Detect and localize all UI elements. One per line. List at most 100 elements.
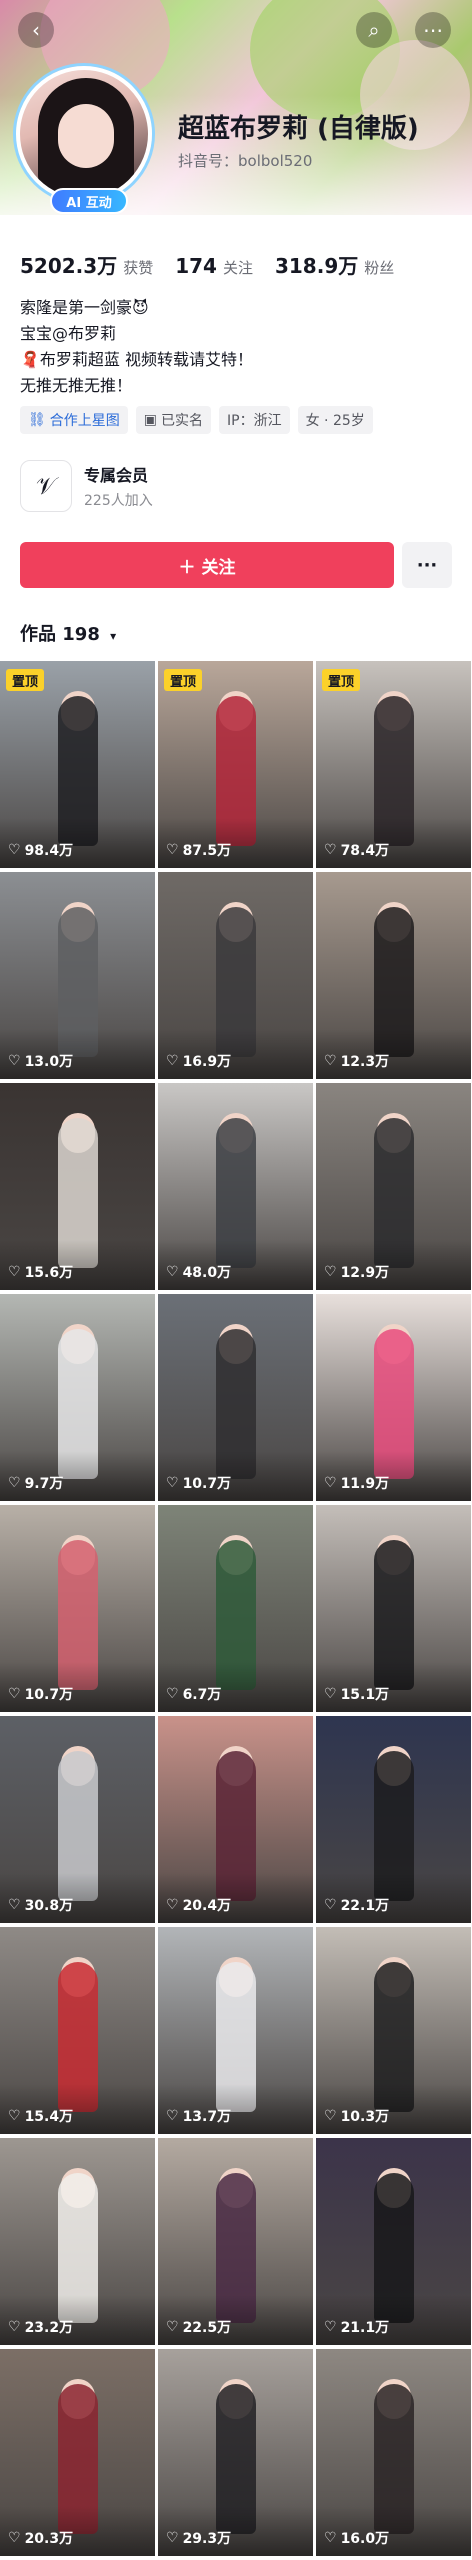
bio-line[interactable]: 宝宝@布罗莉 [20,321,253,347]
like-count-value: 15.1万 [340,1687,390,1703]
like-count: ♡ 10.3万 [324,2106,389,2126]
search-button[interactable]: ⌕ [356,12,392,48]
heart-icon: ♡ [166,1053,179,1069]
back-button[interactable]: ‹ [18,12,54,48]
like-count-value: 22.1万 [340,1898,390,1914]
like-count: ♡ 78.4万 [324,840,389,860]
stat-likes[interactable]: 5202.3万 获赞 [20,250,153,279]
like-count-value: 48.0万 [182,1265,232,1281]
tag-ip-location: IP：浙江 [219,406,290,434]
video-thumbnail[interactable]: ♡ 29.3万 [158,2349,313,2556]
video-thumbnail[interactable]: ♡ 13.7万 [158,1927,313,2134]
works-tab[interactable]: 作品 198 ▾ [20,620,116,646]
works-count: 198 [62,624,100,645]
like-count: ♡ 22.5万 [166,2317,231,2337]
video-thumbnail[interactable]: ♡ 6.7万 [158,1505,313,1712]
membership-icon: 𝒱 [20,460,72,512]
stat-followers[interactable]: 318.9万 粉丝 [275,250,394,279]
video-thumbnail[interactable]: ♡ 10.7万 [0,1505,155,1712]
like-count-value: 21.1万 [340,2320,390,2336]
like-count: ♡ 6.7万 [166,1684,221,1704]
video-thumbnail[interactable]: ♡ 20.4万 [158,1716,313,1923]
video-thumbnail[interactable]: ♡ 9.7万 [0,1294,155,1501]
video-thumbnail[interactable]: ♡ 12.3万 [316,872,471,1079]
like-count-value: 20.3万 [24,2531,74,2547]
heart-icon: ♡ [166,1475,179,1491]
video-thumbnail[interactable]: ♡ 48.0万 [158,1083,313,1290]
like-count-value: 87.5万 [182,843,232,859]
like-count: ♡ 12.3万 [324,1051,389,1071]
profile-stats: 5202.3万 获赞 174 关注 318.9万 粉丝 [20,250,416,279]
video-thumbnail[interactable]: ♡ 20.3万 [0,2349,155,2556]
like-count: ♡ 9.7万 [8,1473,63,1493]
caret-down-icon: ▾ [110,629,117,643]
heart-icon: ♡ [166,2108,179,2124]
like-count-value: 30.8万 [24,1898,74,1914]
video-thumbnail[interactable]: ♡ 22.1万 [316,1716,471,1923]
video-thumbnail[interactable]: ♡ 21.1万 [316,2138,471,2345]
like-count: ♡ 48.0万 [166,1262,231,1282]
heart-icon: ♡ [166,842,179,858]
heart-icon: ♡ [8,1475,21,1491]
tag-label: IP：浙江 [227,413,282,429]
like-count-value: 9.7万 [24,1476,64,1492]
video-thumbnail[interactable]: ♡ 16.0万 [316,2349,471,2556]
video-thumbnail[interactable]: ♡ 12.9万 [316,1083,471,1290]
video-thumbnail[interactable]: 置顶 ♡ 98.4万 [0,661,155,868]
video-thumbnail[interactable]: ♡ 13.0万 [0,872,155,1079]
video-thumbnail[interactable]: ♡ 30.8万 [0,1716,155,1923]
video-thumbnail[interactable]: ♡ 15.1万 [316,1505,471,1712]
video-thumbnail[interactable]: ♡ 15.6万 [0,1083,155,1290]
bio-line: 索隆是第一剑豪😈 [20,298,149,317]
like-count-value: 12.3万 [340,1054,390,1070]
like-count-value: 23.2万 [24,2320,74,2336]
video-thumbnail[interactable]: ♡ 10.7万 [158,1294,313,1501]
tag-label: 女 · 25岁 [305,413,365,429]
heart-icon: ♡ [324,2108,337,2124]
video-thumbnail[interactable]: ♡ 16.9万 [158,872,313,1079]
stat-label: 粉丝 [364,259,395,277]
video-thumbnail[interactable]: 置顶 ♡ 78.4万 [316,661,471,868]
like-count: ♡ 12.9万 [324,1262,389,1282]
like-count: ♡ 29.3万 [166,2528,231,2548]
video-thumbnail[interactable]: ♡ 23.2万 [0,2138,155,2345]
profile-name: 超蓝布罗莉 (自律版) [178,114,419,144]
stat-label: 获赞 [123,259,154,277]
bio-line: 无推无推无推！ [20,376,133,395]
like-count-value: 10.7万 [24,1687,74,1703]
like-count-value: 20.4万 [182,1898,232,1914]
more-icon: ⋯ [423,18,443,42]
like-count-value: 13.7万 [182,2109,232,2125]
heart-icon: ♡ [324,1475,337,1491]
like-count-value: 11.9万 [340,1476,390,1492]
avatar[interactable] [16,66,152,202]
heart-icon: ♡ [8,1897,21,1913]
video-grid: 置顶 ♡ 98.4万 置顶 ♡ 87.5万 置顶 ♡ 78.4万 ♡ 13.0万 ♡ 16.9万 ♡ 12.… [0,661,472,2556]
video-thumbnail[interactable]: ♡ 22.5万 [158,2138,313,2345]
video-thumbnail[interactable]: ♡ 10.3万 [316,1927,471,2134]
video-thumbnail[interactable]: ♡ 15.4万 [0,1927,155,2134]
heart-icon: ♡ [324,1264,337,1280]
ai-interact-badge[interactable]: AI 互动 [50,188,128,214]
heart-icon: ♡ [166,1264,179,1280]
tag-verified[interactable]: ▣ 已实名 [135,406,212,434]
like-count-value: 15.6万 [24,1265,74,1281]
heart-icon: ♡ [166,2319,179,2335]
like-count: ♡ 15.1万 [324,1684,389,1704]
like-count: ♡ 22.1万 [324,1895,389,1915]
more-actions-button[interactable]: ··· [402,542,452,588]
like-count-value: 29.3万 [182,2531,232,2547]
tag-star-cooperation[interactable]: ⛓ 合作上星图 [20,406,128,434]
like-count-value: 6.7万 [182,1687,222,1703]
video-thumbnail[interactable]: 置顶 ♡ 87.5万 [158,661,313,868]
video-thumbnail[interactable]: ♡ 11.9万 [316,1294,471,1501]
douyin-id[interactable]: 抖音号：bolbol520 [178,150,312,171]
stat-value: 318.9万 [274,254,359,278]
follow-button[interactable]: ＋ 关注 [20,542,394,588]
stat-following[interactable]: 174 关注 [175,254,253,278]
tag-label: 已实名 [161,413,204,429]
bio-line: 🧣布罗莉超蓝 视频转载请艾特！ [20,350,254,369]
more-button[interactable]: ⋯ [415,12,451,48]
membership-entry[interactable]: 𝒱 专属会员 225人加入 [20,460,153,512]
like-count: ♡ 10.7万 [166,1473,231,1493]
